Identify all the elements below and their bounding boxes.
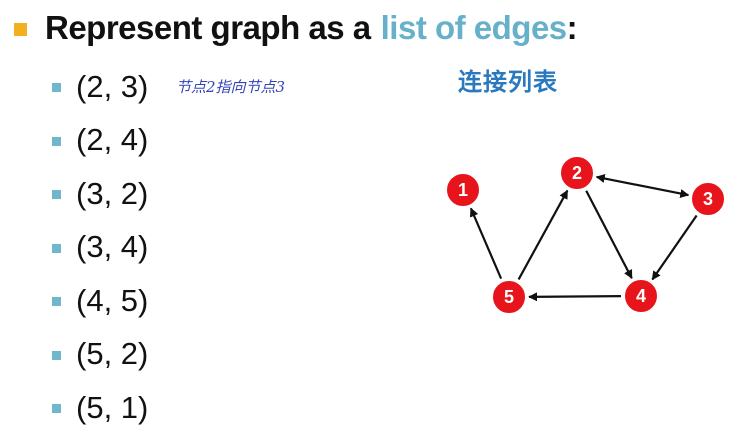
graph-node-4: 4 <box>623 278 659 314</box>
node-label: 2 <box>572 163 582 183</box>
edge-2-3-arrow <box>595 174 690 198</box>
graph-node-5: 5 <box>491 279 527 315</box>
node-label: 4 <box>636 286 646 306</box>
edge-3-4-arrow <box>651 214 698 281</box>
graph-node-1: 1 <box>445 172 481 208</box>
graph-node-3: 3 <box>690 181 726 217</box>
edge-5-1-arrow <box>469 207 503 280</box>
edge-4-5-arrow <box>528 292 622 302</box>
directed-graph: 1 2 3 4 5 <box>445 155 726 315</box>
node-label: 1 <box>458 180 468 200</box>
edge-5-2-arrow <box>517 189 569 280</box>
graph-edges <box>469 174 698 302</box>
edge-2-4-arrow <box>585 190 633 280</box>
node-label: 5 <box>504 287 514 307</box>
graph-node-2: 2 <box>559 155 595 191</box>
node-label: 3 <box>703 189 713 209</box>
